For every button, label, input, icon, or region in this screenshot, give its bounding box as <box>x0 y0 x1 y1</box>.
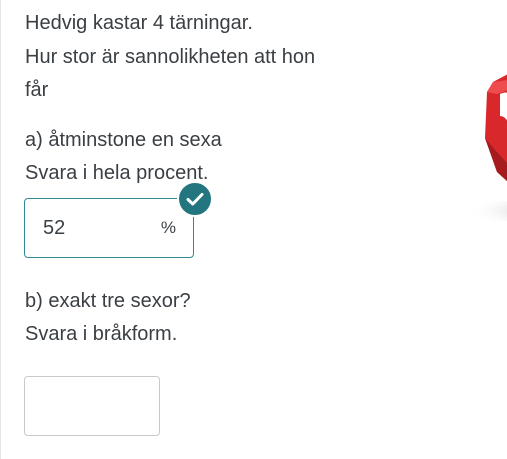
part-b-instruction: Svara i bråkform. <box>25 323 178 345</box>
part-b-answer-field[interactable] <box>24 376 160 436</box>
part-b-prompt: b) exakt tre sexor? <box>25 290 191 312</box>
percent-unit-label: % <box>160 218 176 237</box>
check-icon <box>186 193 204 206</box>
question-intro-line-2: Hur stor är sannolikheten att hon <box>25 46 316 68</box>
part-a-answer-value: 52 <box>43 217 66 239</box>
question-intro-line-1: Hedvig kastar 4 tärningar. <box>25 12 253 34</box>
question-panel: Hedvig kastar 4 tärningar. Hur stor är s… <box>0 0 507 459</box>
part-a-answer-field[interactable]: 52 % <box>24 198 194 258</box>
part-a-instruction: Svara i hela procent. <box>25 162 209 184</box>
part-a-prompt: a) åtminstone en sexa <box>25 129 222 151</box>
question-intro-line-3: får <box>25 79 49 101</box>
dice-image <box>467 74 507 221</box>
correct-badge <box>177 181 213 217</box>
